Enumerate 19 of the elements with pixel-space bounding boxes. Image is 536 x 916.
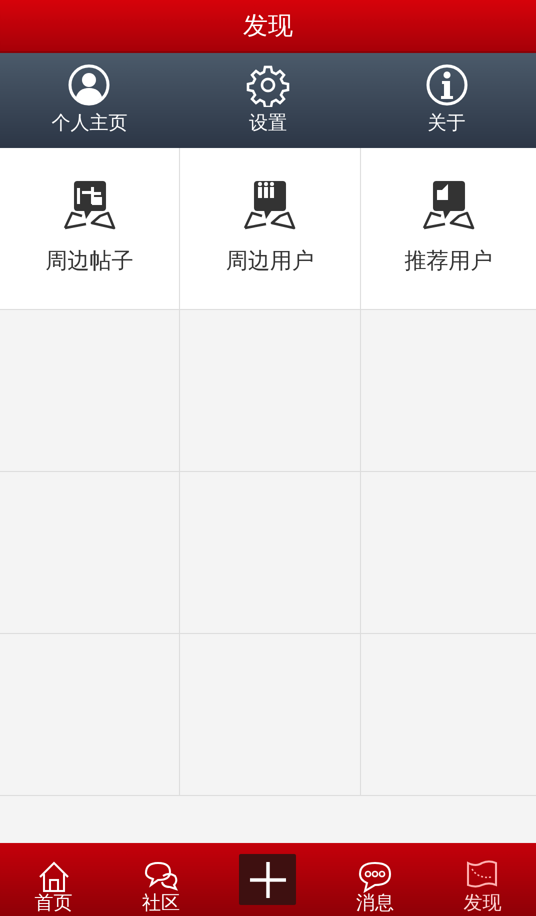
quick-link[interactable]: 个人主页 xyxy=(0,53,179,148)
tab-item[interactable]: 社区 xyxy=(107,843,214,916)
tab-item[interactable]: 首页 xyxy=(0,843,108,916)
grid-item[interactable]: 推荐用户 xyxy=(361,148,536,310)
grid-item[interactable]: 周边用户 xyxy=(180,148,361,310)
chat-dots-icon xyxy=(357,859,394,894)
profile-icon xyxy=(67,63,112,108)
settings-icon xyxy=(246,63,290,108)
tab-item[interactable]: 消息 xyxy=(322,843,429,916)
people-map-icon xyxy=(242,179,298,231)
quick-link[interactable]: 设置 xyxy=(178,53,358,148)
info-icon xyxy=(424,63,469,108)
tab-item[interactable]: 发现 xyxy=(428,843,536,916)
grid-item[interactable]: 周边帖子 xyxy=(0,148,180,310)
plus-icon xyxy=(248,860,288,900)
quick-link[interactable]: 关于 xyxy=(357,53,536,148)
chat-bubbles-icon xyxy=(142,859,179,894)
add-button[interactable] xyxy=(239,854,296,905)
page-title: 发现 xyxy=(0,0,536,53)
